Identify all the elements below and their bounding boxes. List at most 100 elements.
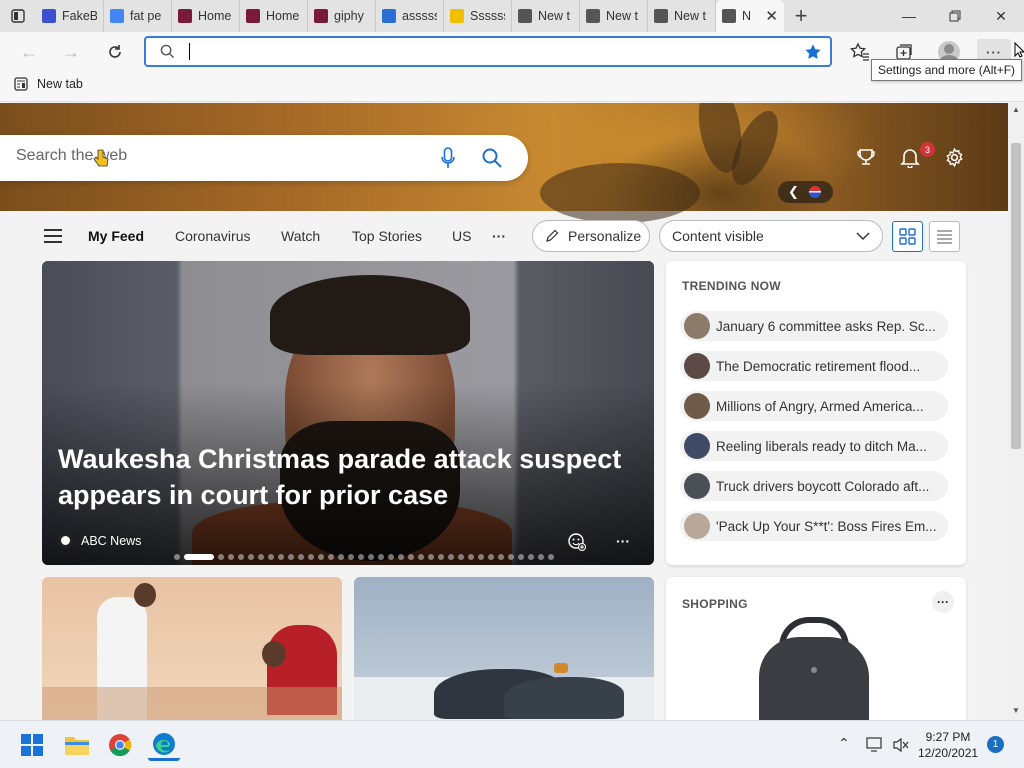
carousel-dot[interactable] [378, 554, 384, 560]
nav-top-stories[interactable]: Top Stories [352, 228, 422, 244]
carousel-dots[interactable] [174, 554, 554, 560]
edge-button[interactable] [148, 729, 180, 761]
refresh-button[interactable] [100, 38, 130, 66]
scroll-up-icon[interactable]: ▲ [1012, 105, 1020, 114]
carousel-dot[interactable] [174, 554, 180, 560]
backpack-product-image[interactable] [754, 617, 874, 720]
story-headline[interactable]: Waukesha Christmas parade attack suspect… [58, 441, 628, 513]
shopping-more-button[interactable]: ··· [932, 591, 954, 613]
chevron-left-icon[interactable]: ❮ [788, 184, 799, 200]
nav-us[interactable]: US [452, 228, 471, 244]
browser-tab[interactable]: fat pe [104, 0, 172, 32]
featured-story-card[interactable]: Waukesha Christmas parade attack suspect… [42, 261, 654, 565]
carousel-dot[interactable] [528, 554, 534, 560]
trending-item[interactable]: Reeling liberals ready to ditch Ma... [680, 431, 948, 461]
network-icon[interactable] [866, 737, 884, 753]
carousel-dot[interactable] [448, 554, 454, 560]
favorite-star-icon[interactable] [804, 43, 822, 61]
new-tab-button[interactable]: + [784, 0, 818, 32]
story-more-button[interactable]: ··· [616, 533, 630, 549]
carousel-dot[interactable] [218, 554, 224, 560]
carousel-dot[interactable] [538, 554, 544, 560]
close-window-button[interactable]: ✕ [978, 0, 1024, 32]
carousel-dot[interactable] [288, 554, 294, 560]
carousel-dot[interactable] [258, 554, 264, 560]
carousel-dot[interactable] [238, 554, 244, 560]
browser-tab[interactable]: Ssssss [444, 0, 512, 32]
chevron-up-icon[interactable]: ⌃ [838, 735, 850, 752]
carousel-dot[interactable] [548, 554, 554, 560]
microphone-icon[interactable] [440, 147, 456, 169]
trending-item[interactable]: Millions of Angry, Armed America... [680, 391, 948, 421]
nav-my-feed[interactable]: My Feed [88, 228, 144, 244]
story-card-basketball[interactable] [42, 577, 342, 720]
content-visibility-dropdown[interactable]: Content visible [659, 220, 883, 252]
carousel-dot[interactable] [318, 554, 324, 560]
carousel-dot[interactable] [438, 554, 444, 560]
carousel-dot[interactable] [348, 554, 354, 560]
trending-item[interactable]: Truck drivers boycott Colorado aft... [680, 471, 948, 501]
notifications-button[interactable] [900, 147, 920, 168]
carousel-dot[interactable] [338, 554, 344, 560]
carousel-dot[interactable] [298, 554, 304, 560]
system-clock[interactable]: 9:27 PM 12/20/2021 [918, 729, 978, 761]
chrome-button[interactable] [104, 729, 136, 761]
browser-tab[interactable]: N ✕ [716, 0, 784, 32]
carousel-dot[interactable] [498, 554, 504, 560]
trending-item[interactable]: The Democratic retirement flood... [680, 351, 948, 381]
grid-view-button[interactable] [892, 221, 923, 252]
rewards-button[interactable] [856, 147, 876, 167]
web-search-box[interactable] [0, 135, 528, 181]
carousel-dot[interactable] [278, 554, 284, 560]
carousel-dot[interactable] [488, 554, 494, 560]
scroll-down-icon[interactable]: ▼ [1012, 706, 1020, 715]
minimize-button[interactable]: — [886, 0, 932, 32]
browser-tab[interactable]: New t [580, 0, 648, 32]
story-card-shoes[interactable] [354, 577, 654, 720]
restore-button[interactable] [932, 0, 978, 32]
page-settings-button[interactable] [944, 147, 965, 168]
file-explorer-button[interactable] [61, 729, 93, 761]
carousel-dot[interactable] [398, 554, 404, 560]
carousel-dot[interactable] [508, 554, 514, 560]
nav-coronavirus[interactable]: Coronavirus [175, 228, 250, 244]
carousel-dot[interactable] [418, 554, 424, 560]
back-button[interactable]: ← [14, 38, 44, 66]
address-input[interactable] [188, 40, 788, 63]
address-bar[interactable] [144, 36, 832, 67]
browser-tab[interactable]: New t [512, 0, 580, 32]
vertical-scrollbar[interactable]: ▲ ▼ [1008, 103, 1024, 720]
browser-tab[interactable]: asssss [376, 0, 444, 32]
menu-button[interactable] [44, 229, 62, 243]
browser-tab[interactable]: Home [172, 0, 240, 32]
start-button[interactable] [16, 729, 48, 761]
browser-tab[interactable]: New t [648, 0, 716, 32]
personalize-button[interactable]: Personalize [532, 220, 650, 252]
carousel-dot[interactable] [358, 554, 364, 560]
volume-muted-icon[interactable] [892, 737, 910, 753]
carousel-dot[interactable] [268, 554, 274, 560]
trending-item[interactable]: 'Pack Up Your S**t': Boss Fires Em... [680, 511, 948, 541]
search-submit-icon[interactable] [482, 148, 502, 168]
nav-more-button[interactable]: ··· [492, 228, 506, 244]
carousel-dot[interactable] [248, 554, 254, 560]
close-tab-icon[interactable]: ✕ [765, 7, 778, 25]
scrollbar-thumb[interactable] [1011, 143, 1021, 449]
web-search-input[interactable] [16, 147, 416, 165]
carousel-dot[interactable] [328, 554, 334, 560]
carousel-dot[interactable] [428, 554, 434, 560]
carousel-dot[interactable] [308, 554, 314, 560]
carousel-dot[interactable] [458, 554, 464, 560]
carousel-dot[interactable] [518, 554, 524, 560]
carousel-dot[interactable] [478, 554, 484, 560]
carousel-dot[interactable] [408, 554, 414, 560]
list-view-button[interactable] [929, 221, 960, 252]
carousel-dot[interactable] [468, 554, 474, 560]
carousel-dot[interactable] [368, 554, 374, 560]
browser-tab[interactable]: FakeB [36, 0, 104, 32]
forward-button[interactable]: → [56, 38, 86, 66]
browser-tab[interactable]: Home [240, 0, 308, 32]
carousel-dot[interactable] [228, 554, 234, 560]
carousel-dot[interactable] [388, 554, 394, 560]
nav-watch[interactable]: Watch [281, 228, 320, 244]
